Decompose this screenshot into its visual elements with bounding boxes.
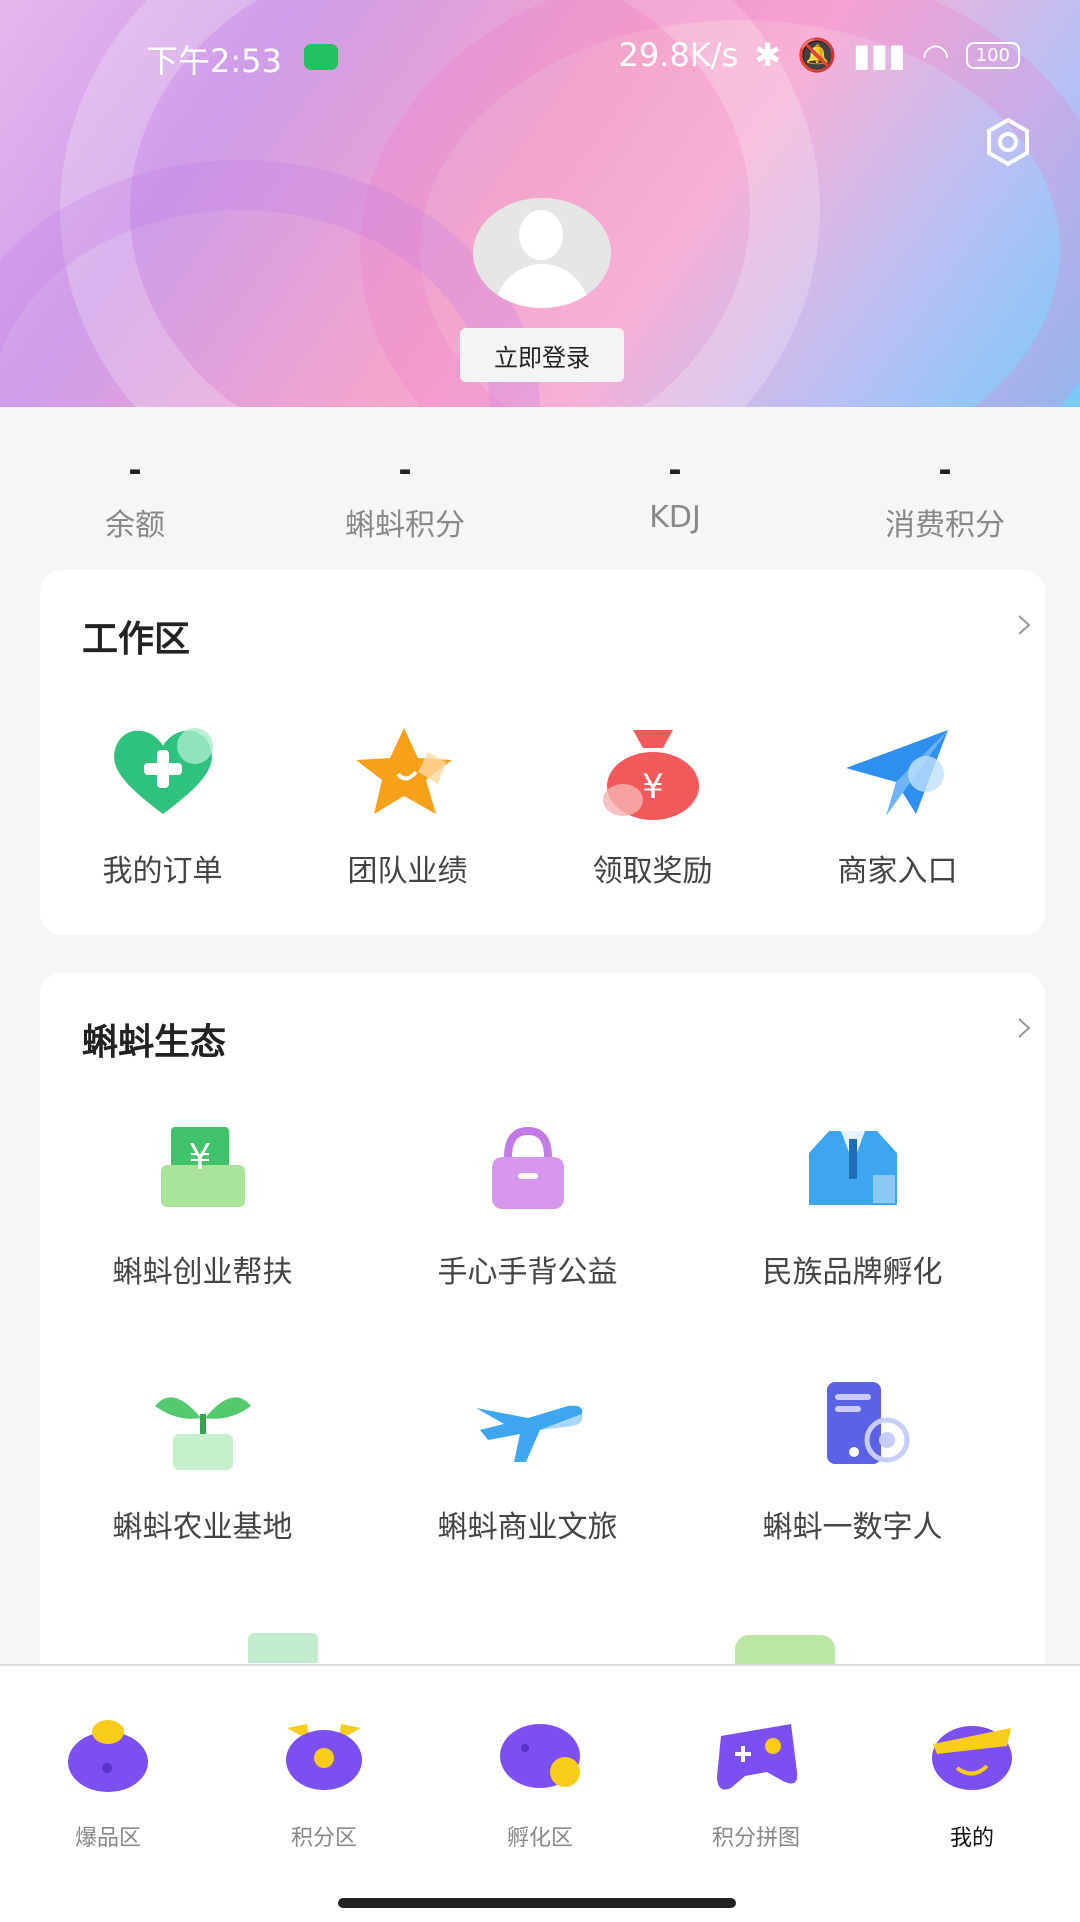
workspace-item-label: 我的订单 (102, 854, 223, 889)
eco-item-agriculture[interactable]: 蝌蚪农业基地 (40, 1378, 365, 1546)
workspace-item-team[interactable]: 团队业绩 (285, 722, 530, 890)
tab-mine[interactable]: 我的 (864, 1714, 1080, 1852)
tab-incubation[interactable]: 孵化区 (432, 1714, 648, 1852)
tab-list: 爆品区 积分区 孵化区 积分拼图 我的 (0, 1666, 1080, 1852)
handbag-icon (491, 1126, 564, 1209)
bluetooth-icon: ✱ (754, 36, 782, 74)
eco-item-digital-human[interactable]: 蝌蚪一数字人 (690, 1378, 1015, 1546)
suit-icon (808, 1131, 897, 1205)
eco-item-label: 蝌蚪农业基地 (112, 1510, 293, 1545)
mute-icon: 🔕 (797, 36, 837, 74)
tab-points-puzzle[interactable]: 积分拼图 (648, 1714, 864, 1852)
ecosystem-title: 蝌蚪生态 (82, 1022, 227, 1063)
stat-balance[interactable]: - 余额 (0, 450, 270, 550)
eco-item-partial-1 (248, 1633, 318, 1663)
status-bar: 下午2:53 29.8K/s ✱ 🔕 ▮▮▮ ◠ 100 (0, 30, 1080, 80)
workspace-item-label: 团队业绩 (347, 854, 468, 889)
tab-label: 我的 (949, 1826, 994, 1851)
stat-label: 蝌蚪积分 (345, 508, 465, 543)
hot-products-tab-icon (68, 1720, 148, 1792)
chevron-right-icon[interactable] (1013, 614, 1035, 636)
eco-item-startup-support[interactable]: ¥ 蝌蚪创业帮扶 (40, 1123, 365, 1291)
wechat-notification-icon (304, 44, 338, 70)
eco-item-label: 手心手背公益 (437, 1255, 618, 1290)
workspace-item-reward[interactable]: ¥ 领取奖励 (530, 722, 775, 890)
battery-icon: 100 (965, 41, 1020, 69)
workspace-item-label: 领取奖励 (592, 854, 713, 889)
stat-label: 消费积分 (885, 508, 1005, 543)
eco-item-label: 民族品牌孵化 (762, 1255, 943, 1290)
workspace-item-label: 商家入口 (837, 854, 958, 889)
workspace-title: 工作区 (82, 619, 191, 660)
svg-text:¥: ¥ (188, 1137, 211, 1178)
tab-points[interactable]: 积分区 (216, 1714, 432, 1852)
net-speed: 29.8K/s (618, 36, 739, 74)
workspace-grid: 我的订单 团队业绩 ¥ 领取奖励 商家入口 (40, 722, 1045, 890)
stat-consume-points[interactable]: - 消费积分 (810, 450, 1080, 550)
ecosystem-card: 蝌蚪生态 ¥ 蝌蚪创业帮扶 手心手背公益 民族品牌孵化 蝌蚪农业基地 蝌蚪商业文… (40, 973, 1045, 1693)
avatar-body (495, 264, 589, 308)
eco-item-charity[interactable]: 手心手背公益 (365, 1123, 690, 1291)
sprout-icon (154, 1397, 251, 1470)
incubation-tab-icon (500, 1724, 580, 1788)
bottom-tab-bar: 爆品区 积分区 孵化区 积分拼图 我的 (0, 1664, 1080, 1922)
stat-value: - (128, 451, 142, 489)
workspace-item-merchant[interactable]: 商家入口 (775, 722, 1020, 890)
avatar[interactable] (473, 198, 611, 308)
mine-tab-icon (932, 1726, 1012, 1790)
svg-text:¥: ¥ (642, 767, 664, 807)
stat-label: 余额 (105, 508, 165, 543)
eco-item-label: 蝌蚪创业帮扶 (112, 1255, 293, 1290)
eco-item-commercial-tourism[interactable]: 蝌蚪商业文旅 (365, 1378, 690, 1546)
stats-row: - 余额 - 蝌蚪积分 - KDJ - 消费积分 (0, 450, 1080, 550)
login-button[interactable]: 立即登录 (460, 328, 624, 382)
settings-icon[interactable] (982, 116, 1034, 168)
tab-label: 爆品区 (74, 1826, 141, 1851)
paper-plane-icon (845, 730, 948, 816)
points-tab-icon (286, 1724, 362, 1790)
eco-item-brand-incubation[interactable]: 民族品牌孵化 (690, 1123, 1015, 1291)
heart-plus-icon (113, 728, 213, 814)
ecosystem-grid-row-2: 蝌蚪农业基地 蝌蚪商业文旅 蝌蚪一数字人 (40, 1378, 1045, 1546)
tab-label: 积分区 (290, 1826, 357, 1851)
avatar-head (519, 210, 563, 260)
stat-value: - (938, 451, 952, 489)
gamepad-tab-icon (717, 1724, 798, 1790)
airplane-icon (475, 1405, 582, 1462)
yuan-envelope-icon: ¥ (160, 1127, 245, 1207)
money-bag-icon: ¥ (602, 730, 699, 820)
eco-item-label: 蝌蚪商业文旅 (437, 1510, 618, 1545)
chevron-right-icon[interactable] (1013, 1017, 1035, 1039)
eco-item-label: 蝌蚪一数字人 (762, 1510, 943, 1545)
ecosystem-grid-row-1: ¥ 蝌蚪创业帮扶 手心手背公益 民族品牌孵化 (40, 1123, 1045, 1291)
home-indicator[interactable] (338, 1898, 736, 1908)
tab-label: 积分拼图 (711, 1826, 800, 1851)
stat-value: - (668, 451, 682, 489)
status-time: 下午2:53 (146, 42, 282, 80)
profile-header: 下午2:53 29.8K/s ✱ 🔕 ▮▮▮ ◠ 100 立即登录 (0, 0, 1080, 407)
eco-item-partial-2 (735, 1635, 835, 1665)
status-right: 29.8K/s ✱ 🔕 ▮▮▮ ◠ 100 (619, 36, 1020, 74)
workspace-card: 工作区 我的订单 团队业绩 ¥ 领取奖励 商家入口 (40, 570, 1045, 935)
tab-hot-products[interactable]: 爆品区 (0, 1714, 216, 1852)
tab-label: 孵化区 (506, 1826, 573, 1851)
stat-label: KDJ (649, 500, 701, 535)
star-icon (355, 728, 452, 814)
stat-kedou-points[interactable]: - 蝌蚪积分 (270, 450, 540, 550)
signal-icon: ▮▮▮ (852, 36, 906, 74)
stat-value: - (398, 451, 412, 489)
digital-device-icon (826, 1382, 909, 1464)
stat-kdj[interactable]: - KDJ (540, 450, 810, 550)
workspace-item-orders[interactable]: 我的订单 (40, 722, 285, 890)
wifi-icon: ◠ (921, 36, 950, 74)
